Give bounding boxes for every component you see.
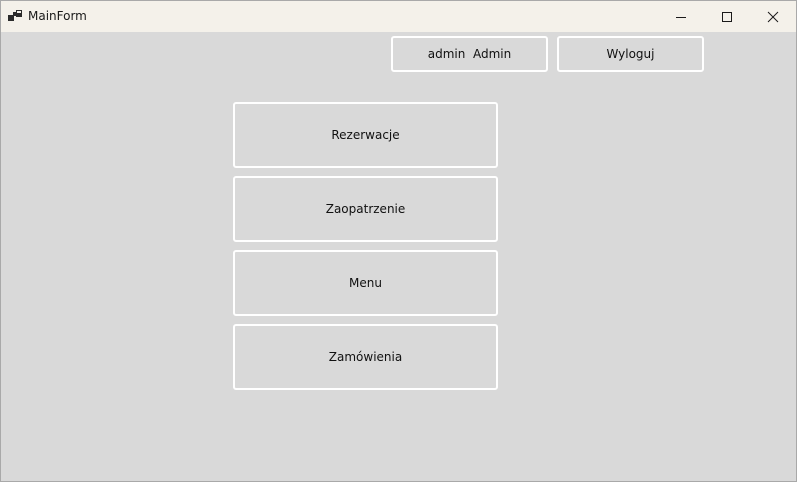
maximize-button[interactable] bbox=[704, 1, 750, 32]
window-title: MainForm bbox=[28, 9, 87, 23]
app-icon bbox=[8, 10, 22, 22]
minimize-icon bbox=[675, 11, 687, 23]
rezerwacje-button[interactable]: Rezerwacje bbox=[233, 102, 498, 168]
window-controls bbox=[658, 1, 796, 32]
title-bar[interactable]: MainForm bbox=[1, 1, 796, 32]
logout-button[interactable]: Wyloguj bbox=[557, 36, 704, 72]
maximize-icon bbox=[721, 11, 733, 23]
form-client-area: admin Admin Wyloguj Rezerwacje Zaopatrze… bbox=[1, 32, 796, 481]
zamowienia-button[interactable]: Zamówienia bbox=[233, 324, 498, 390]
close-button[interactable] bbox=[750, 1, 796, 32]
zaopatrzenie-button[interactable]: Zaopatrzenie bbox=[233, 176, 498, 242]
user-button[interactable]: admin Admin bbox=[391, 36, 548, 72]
main-window: MainForm admin Admin Wyloguj Rezerwacje … bbox=[0, 0, 797, 482]
menu-button[interactable]: Menu bbox=[233, 250, 498, 316]
close-icon bbox=[767, 11, 779, 23]
minimize-button[interactable] bbox=[658, 1, 704, 32]
